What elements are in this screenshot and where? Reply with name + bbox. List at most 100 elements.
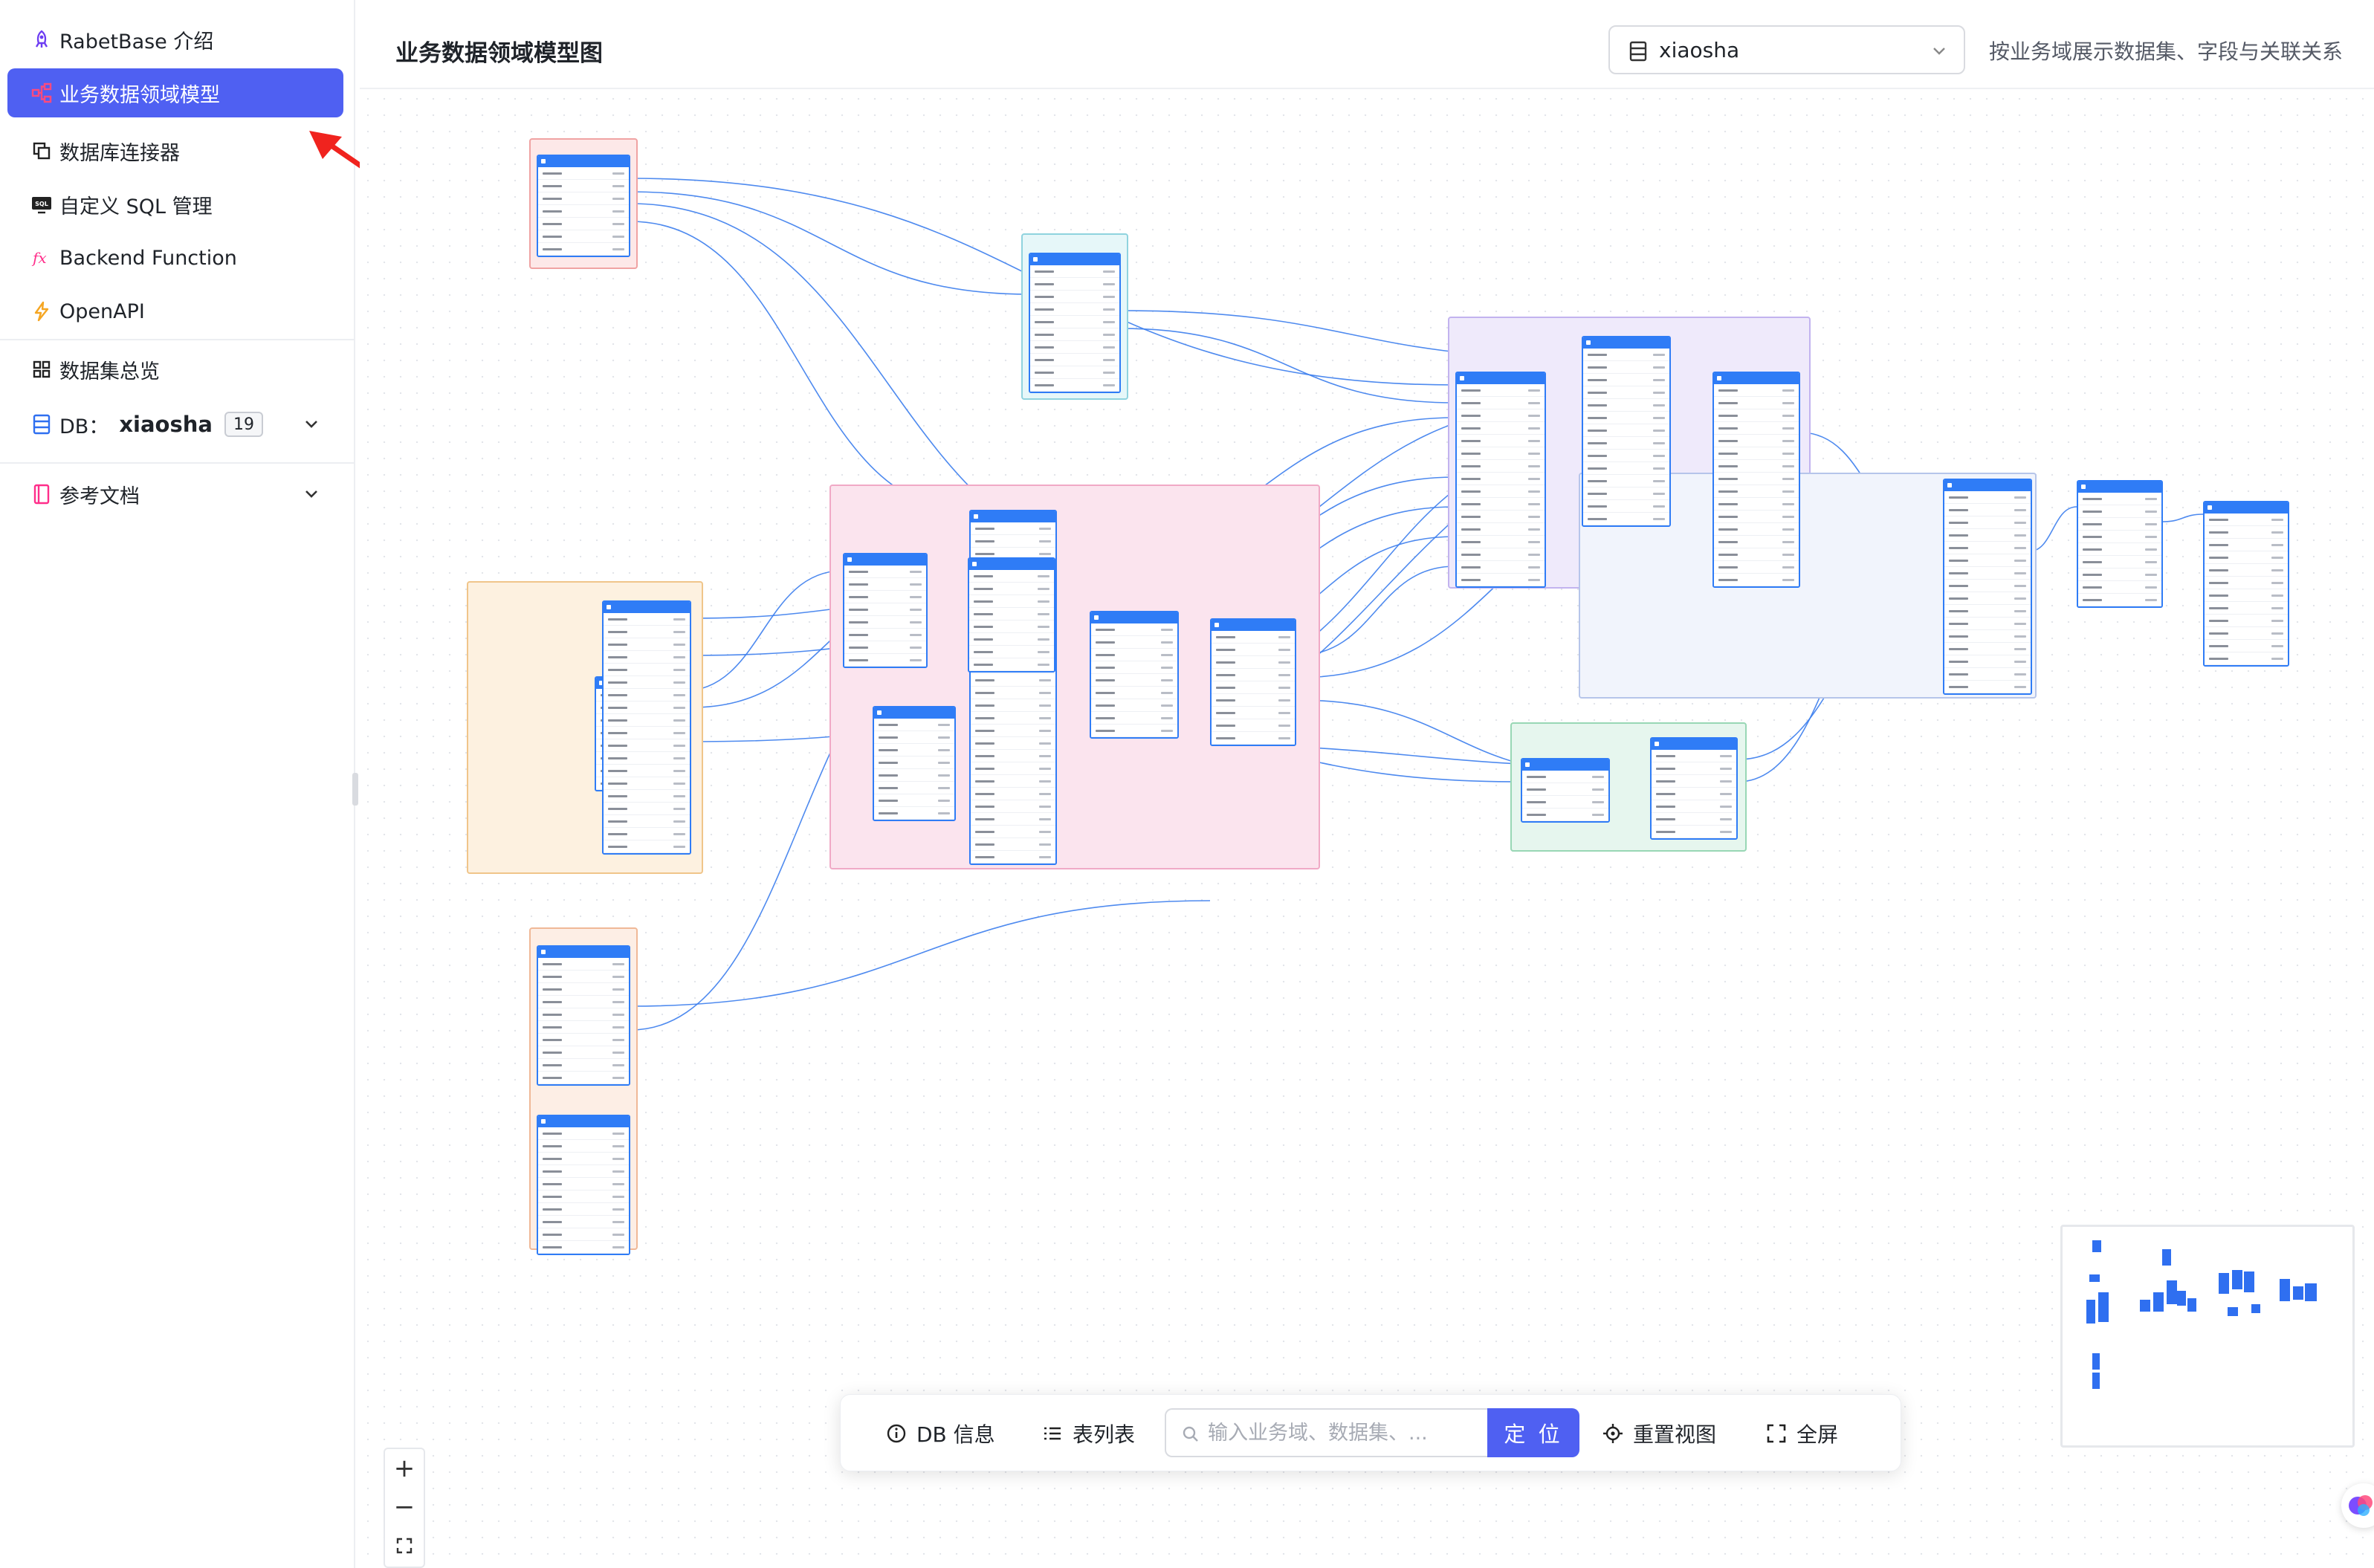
locate-button[interactable]: 定 位 <box>1487 1408 1579 1457</box>
table-field-row <box>538 167 629 180</box>
table-card-header[interactable] <box>969 559 1054 570</box>
table-card-header[interactable] <box>1522 759 1608 771</box>
sidebar-collapse-handle[interactable] <box>352 773 358 806</box>
db-select[interactable]: xiaosha <box>1608 25 1965 74</box>
table-card-header[interactable] <box>1212 620 1295 631</box>
copy-connector-icon <box>30 139 54 163</box>
reset-view-button[interactable]: 重置视图 <box>1602 1417 1716 1450</box>
sidebar-item-intro[interactable]: RabetBase 介绍 <box>7 15 343 64</box>
db-info-button[interactable]: DB 信息 <box>885 1417 995 1450</box>
schema-network-icon <box>30 81 54 105</box>
table-field-row <box>874 731 954 744</box>
dataset-table-card[interactable] <box>1650 737 1738 840</box>
dataset-table-card[interactable] <box>1521 758 1610 823</box>
dataset-table-card[interactable] <box>843 553 928 668</box>
search-input[interactable] <box>1208 1421 1475 1445</box>
table-field-row <box>2205 577 2288 589</box>
dataset-table-card[interactable] <box>2077 480 2163 608</box>
table-field-row <box>538 205 629 218</box>
table-card-header[interactable] <box>604 602 690 613</box>
sidebar-item-db-connector[interactable]: 数据库连接器 <box>7 126 343 175</box>
dataset-table-card[interactable] <box>1455 372 1546 588</box>
table-card-header[interactable] <box>538 947 629 958</box>
fit-view-button[interactable] <box>385 1526 424 1565</box>
table-field-row <box>874 807 954 820</box>
minimap-node <box>2092 1373 2100 1389</box>
table-card-header[interactable] <box>2078 482 2161 493</box>
table-field-row <box>2205 514 2288 526</box>
table-field-row <box>604 840 690 853</box>
dataset-table-card[interactable] <box>873 706 956 821</box>
table-card-header[interactable] <box>874 707 954 719</box>
sidebar-divider <box>0 339 355 340</box>
diagram-canvas[interactable]: + − <box>360 91 2374 1568</box>
table-field-row <box>604 739 690 752</box>
minimap-node <box>2092 1353 2100 1370</box>
sidebar-item-domain-model[interactable]: 业务数据领域模型 <box>7 68 343 117</box>
sidebar-item-dataset-overview[interactable]: 数据集总览 <box>7 345 343 394</box>
relation-edge <box>630 221 973 512</box>
table-field-row <box>1714 523 1799 536</box>
chevron-down-icon[interactable] <box>302 415 321 434</box>
sidebar-db-selector[interactable]: DB： xiaosha 19 <box>7 400 343 449</box>
dataset-table-card[interactable] <box>1582 336 1671 527</box>
sidebar-item-backend-function[interactable]: fx Backend Function <box>7 233 343 282</box>
table-field-row <box>1944 668 2031 681</box>
dataset-table-card[interactable] <box>1090 611 1179 739</box>
table-field-row <box>604 765 690 777</box>
minimap-node <box>2167 1280 2177 1304</box>
dataset-table-card[interactable] <box>1943 479 2032 695</box>
table-field-row <box>1091 725 1177 737</box>
dataset-table-card[interactable] <box>537 1115 630 1255</box>
sidebar-item-openapi[interactable]: OpenAPI <box>7 287 343 336</box>
table-field-row <box>1091 687 1177 699</box>
dataset-table-card[interactable] <box>1210 618 1296 746</box>
table-field-row <box>604 702 690 714</box>
table-field-row <box>1091 674 1177 687</box>
sidebar-item-custom-sql[interactable]: SQL 自定义 SQL 管理 <box>7 180 343 229</box>
table-field-row <box>1944 504 2031 516</box>
table-field-row <box>2205 539 2288 551</box>
table-field-row <box>1030 265 1119 278</box>
relation-edge <box>630 191 1029 295</box>
dataset-table-card[interactable] <box>537 945 630 1086</box>
sidebar-item-docs[interactable]: 参考文档 <box>7 470 343 519</box>
table-field-row <box>538 1165 629 1178</box>
table-card-header[interactable] <box>2205 502 2288 514</box>
dataset-table-card[interactable] <box>1029 253 1121 393</box>
table-card-header[interactable] <box>538 1116 629 1127</box>
zoom-in-button[interactable]: + <box>385 1449 424 1488</box>
dataset-table-card[interactable] <box>602 600 691 855</box>
page-title: 业务数据领域模型图 <box>395 40 603 67</box>
table-card-header[interactable] <box>971 511 1055 522</box>
table-card-header[interactable] <box>1030 254 1119 265</box>
relation-edge <box>682 570 844 692</box>
search-field[interactable] <box>1165 1408 1487 1457</box>
table-card-header[interactable] <box>1944 480 2031 491</box>
table-card-header[interactable] <box>844 554 926 566</box>
table-field-row <box>1583 475 1669 487</box>
table-card-header[interactable] <box>1457 373 1545 384</box>
dataset-table-card[interactable] <box>537 155 630 257</box>
dataset-table-card[interactable] <box>968 557 1055 673</box>
table-field-row <box>971 826 1055 838</box>
dataset-table-card[interactable] <box>2203 501 2289 667</box>
fullscreen-button[interactable]: 全屏 <box>1765 1417 1838 1450</box>
table-field-row <box>538 1153 629 1165</box>
table-field-row <box>538 1203 629 1216</box>
table-field-row <box>969 633 1054 646</box>
dataset-table-card[interactable] <box>1712 372 1800 588</box>
zoom-out-button[interactable]: − <box>385 1488 424 1526</box>
table-list-button[interactable]: 表列表 <box>1041 1417 1135 1450</box>
table-card-header[interactable] <box>1583 337 1669 349</box>
table-field-row <box>1652 775 1736 788</box>
minimap[interactable] <box>2060 1225 2355 1448</box>
table-field-row <box>2078 543 2161 556</box>
chevron-down-icon[interactable] <box>302 485 321 504</box>
table-card-header[interactable] <box>1091 612 1177 623</box>
table-field-row <box>538 1059 629 1072</box>
table-card-header[interactable] <box>1652 739 1736 750</box>
table-field-row <box>971 851 1055 864</box>
table-card-header[interactable] <box>538 156 629 167</box>
table-card-header[interactable] <box>1714 373 1799 384</box>
